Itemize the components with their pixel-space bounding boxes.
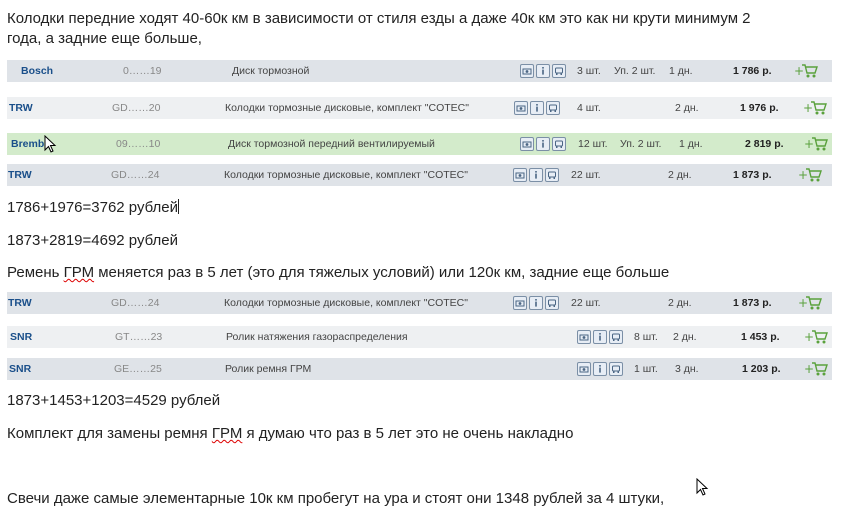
part-code: 0……19 xyxy=(123,65,162,77)
part-name: Колодки тормозные дисковые, комплект "CO… xyxy=(224,297,468,309)
pack-size: Уп. 2 шт. xyxy=(620,138,662,150)
paragraph-line: года, а задние еще больше, xyxy=(7,30,202,47)
part-code: GD……20 xyxy=(112,102,161,114)
svg-text:+: + xyxy=(794,64,804,78)
brand: Bosch xyxy=(21,65,54,77)
quantity: 22 шт. xyxy=(571,169,601,181)
svg-text:+: + xyxy=(804,362,814,376)
car-icon[interactable] xyxy=(545,168,559,182)
brand: TRW xyxy=(9,102,33,114)
price: 1 873 р. xyxy=(733,169,772,181)
delivery-days: 2 дн. xyxy=(675,102,699,114)
info-icon[interactable] xyxy=(530,101,544,115)
part-code: 09……10 xyxy=(116,138,161,150)
part-name: Диск тормозной xyxy=(232,65,310,77)
part-name: Диск тормозной передний вентилируемый xyxy=(228,138,435,150)
paragraph-line: Ремень ГРМ меняется раз в 5 лет (это для… xyxy=(7,264,670,281)
table-row: TRW GD……24 Колодки тормозные дисковые, к… xyxy=(7,164,832,186)
text-caret xyxy=(178,199,180,214)
info-icon[interactable] xyxy=(536,64,550,78)
price: 1 976 р. xyxy=(740,102,779,114)
table-row: TRW GD……24 Колодки тормозные дисковые, к… xyxy=(7,292,832,314)
add-to-cart-icon[interactable]: + xyxy=(798,294,822,312)
part-code: GE……25 xyxy=(114,363,162,375)
quantity: 4 шт. xyxy=(577,102,601,114)
table-row: SNR GT……23 Ролик натяжения газораспредел… xyxy=(7,326,832,348)
quantity: 1 шт. xyxy=(634,363,658,375)
delivery-days: 1 дн. xyxy=(679,138,703,150)
price: 1 203 р. xyxy=(742,363,781,375)
part-name: Колодки тормозные дисковые, комплект "CO… xyxy=(224,169,468,181)
svg-text:+: + xyxy=(798,296,808,310)
price-sum: 1873+2819=4692 рублей xyxy=(7,232,179,249)
table-row: SNR GE……25 Ролик ремня ГРМ 1 шт. 3 дн. 1… xyxy=(7,358,832,380)
pack-size: Уп. 2 шт. xyxy=(614,65,656,77)
price: 2 819 р. xyxy=(745,138,784,150)
brand: TRW xyxy=(8,169,32,181)
svg-text:+: + xyxy=(798,168,808,182)
part-code: GD……24 xyxy=(111,169,160,181)
part-name: Колодки тормозные дисковые, комплект "CO… xyxy=(225,102,469,114)
part-code: GT……23 xyxy=(115,331,163,343)
info-icon[interactable] xyxy=(529,168,543,182)
car-icon[interactable] xyxy=(609,362,623,376)
price-sum: 1786+1976=3762 рублей xyxy=(7,199,180,216)
part-name: Ролик натяжения газораспределения xyxy=(226,331,408,343)
paragraph-line: Свечи даже самые элементарные 10к км про… xyxy=(7,490,665,507)
table-row: Bosch 0……19 Диск тормозной 3 шт. Уп. 2 ш… xyxy=(7,60,832,82)
camera-icon[interactable] xyxy=(520,64,534,78)
svg-text:+: + xyxy=(803,101,813,115)
part-code: GD……24 xyxy=(111,297,160,309)
info-icon[interactable] xyxy=(593,362,607,376)
part-name: Ролик ремня ГРМ xyxy=(225,363,312,375)
price: 1 786 р. xyxy=(733,65,772,77)
delivery-days: 3 дн. xyxy=(675,363,699,375)
svg-text:+: + xyxy=(804,137,814,151)
delivery-days: 2 дн. xyxy=(673,331,697,343)
brand: SNR xyxy=(9,363,32,375)
price: 1 453 р. xyxy=(741,331,780,343)
delivery-days: 1 дн. xyxy=(669,65,693,77)
quantity: 8 шт. xyxy=(634,331,658,343)
car-icon[interactable] xyxy=(552,137,566,151)
camera-icon[interactable] xyxy=(520,137,534,151)
quantity: 3 шт. xyxy=(577,65,601,77)
quantity: 22 шт. xyxy=(571,297,601,309)
camera-icon[interactable] xyxy=(513,168,527,182)
quantity: 12 шт. xyxy=(578,138,608,150)
brand: TRW xyxy=(8,297,32,309)
mouse-cursor-icon xyxy=(696,478,709,496)
info-icon[interactable] xyxy=(593,330,607,344)
info-icon[interactable] xyxy=(529,296,543,310)
add-to-cart-icon[interactable]: + xyxy=(794,62,818,80)
brand: SNR xyxy=(10,331,33,343)
add-to-cart-icon[interactable]: + xyxy=(804,328,828,346)
table-row: Brembo 09……10 Диск тормозной передний ве… xyxy=(7,133,832,155)
camera-icon[interactable] xyxy=(513,296,527,310)
delivery-days: 2 дн. xyxy=(668,297,692,309)
camera-icon[interactable] xyxy=(577,330,591,344)
price-sum: 1873+1453+1203=4529 рублей xyxy=(7,392,221,409)
camera-icon[interactable] xyxy=(514,101,528,115)
paragraph-line: Комплект для замены ремня ГРМ я думаю чт… xyxy=(7,425,574,442)
car-icon[interactable] xyxy=(546,101,560,115)
car-icon[interactable] xyxy=(545,296,559,310)
add-to-cart-icon[interactable]: + xyxy=(804,135,828,153)
add-to-cart-icon[interactable]: + xyxy=(804,360,828,378)
table-row: TRW GD……20 Колодки тормозные дисковые, к… xyxy=(7,97,832,119)
svg-text:+: + xyxy=(804,330,814,344)
info-icon[interactable] xyxy=(536,137,550,151)
mouse-cursor-icon xyxy=(44,135,57,153)
add-to-cart-icon[interactable]: + xyxy=(803,99,827,117)
paragraph-line: Колодки передние ходят 40-60к км в завис… xyxy=(7,10,751,27)
delivery-days: 2 дн. xyxy=(668,169,692,181)
add-to-cart-icon[interactable]: + xyxy=(798,166,822,184)
car-icon[interactable] xyxy=(609,330,623,344)
car-icon[interactable] xyxy=(552,64,566,78)
camera-icon[interactable] xyxy=(577,362,591,376)
price: 1 873 р. xyxy=(733,297,772,309)
